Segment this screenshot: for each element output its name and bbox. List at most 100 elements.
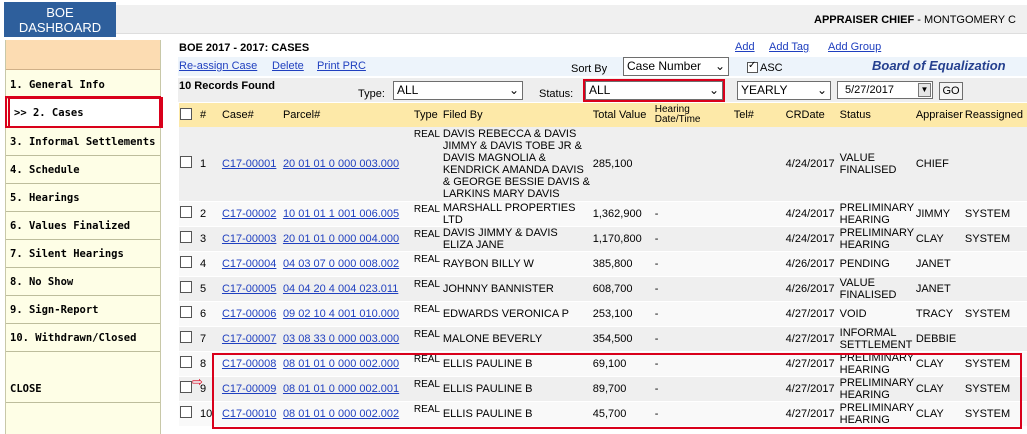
cell-appraiser: CHIEF [914,127,964,202]
cell-parcel: 10 01 01 1 001 006.005 [281,201,413,227]
col-tel[interactable]: Tel# [732,103,785,127]
col-status[interactable]: Status [838,103,915,127]
col-hearing[interactable]: Hearing Date/Time [653,103,733,127]
sidebar-item-general-info[interactable]: 1. General Info [6,71,160,99]
col-case[interactable]: Case# [220,103,282,127]
add-group-link[interactable]: Add Group [828,41,881,53]
select-all-checkbox[interactable] [180,107,192,120]
cell-status: VOID [838,301,915,327]
cell-filed-by: EDWARDS VERONICA P [441,301,592,327]
sidebar-item-hearings[interactable]: 5. Hearings [6,184,160,212]
period-select[interactable]: YEARLY ⌄ [737,81,831,100]
cell-filed-by: DAVIS REBECCA & DAVIS JIMMY & DAVIS TOBE… [441,127,592,202]
col-appraiser[interactable]: Appraiser [914,103,964,127]
type-filter-select[interactable]: ALL ⌄ [393,81,523,100]
sort-by-select[interactable]: Case Number ⌄ [623,57,729,76]
case-link[interactable]: C17-00007 [222,333,276,345]
row-checkbox[interactable] [180,306,192,318]
cell-type: REAL [412,201,442,227]
cell-select [179,201,199,227]
calendar-dropdown-icon[interactable]: ▼ [918,83,931,97]
row-checkbox[interactable] [180,331,192,343]
parcel-link[interactable]: 09 02 10 4 001 010.000 [283,308,399,320]
parcel-link[interactable]: 20 01 01 0 000 004.000 [283,233,399,245]
sidebar-item-schedule[interactable]: 4. Schedule [6,156,160,184]
row-checkbox[interactable] [180,156,192,169]
table-row[interactable]: 1 C17-00001 20 01 01 0 000 003.000 REAL DAVI… [179,127,1027,202]
row-checkbox[interactable] [180,231,192,243]
cell-appraiser: TRACY [914,301,964,327]
sidebar-item-sign-report[interactable]: 9. Sign-Report [6,296,160,324]
table-header-row: # Case# Parcel# Type Filed By Total Valu… [179,103,1027,127]
col-crdate[interactable]: CRDate [784,103,839,127]
cell-case: C17-00006 [220,301,282,327]
cell-select [179,401,199,427]
cell-case: C17-00002 [220,201,282,227]
cell-crdate: 4/27/2017 [784,326,839,352]
col-parcel[interactable]: Parcel# [281,103,413,127]
parcel-link[interactable]: 04 03 07 0 000 008.002 [283,258,399,270]
asc-toggle[interactable]: ASC [747,60,783,74]
cell-appraiser: JANET [914,251,964,277]
right-arrow-icon: ⇨ [192,375,203,390]
table-row[interactable]: 6 C17-00006 09 02 10 4 001 010.000 REAL EDWA… [179,301,1027,327]
parcel-link[interactable]: 10 01 01 1 001 006.005 [283,208,399,220]
cell-filed-by: JOHNNY BANNISTER [441,276,592,302]
case-link[interactable]: C17-00001 [222,158,276,170]
cell-tel [732,276,785,302]
sidebar-item-informal-settlements[interactable]: 3. Informal Settlements [6,128,160,156]
row-checkbox[interactable] [180,381,192,393]
row-checkbox[interactable] [180,356,192,368]
row-checkbox[interactable] [180,406,192,418]
col-type[interactable]: Type [412,103,442,127]
cell-hearing: - [653,201,733,227]
cell-status: PENDING [838,251,915,277]
table-row[interactable]: 3 C17-00003 20 01 01 0 000 004.000 REAL DAVI… [179,226,1027,252]
sidebar-item-values-finalized[interactable]: 6. Values Finalized [6,212,160,240]
go-button[interactable]: GO [939,82,963,100]
parcel-link[interactable]: 04 04 20 4 004 023.011 [283,283,398,295]
case-link[interactable]: C17-00005 [222,283,276,295]
parcel-link[interactable]: 20 01 01 0 000 003.000 [283,158,399,170]
table-row[interactable]: 7 C17-00007 03 08 33 0 000 003.000 REAL MALO… [179,326,1027,352]
case-link[interactable]: C17-00002 [222,208,276,220]
row-checkbox[interactable] [180,281,192,293]
cell-type: REAL [412,301,442,327]
add-tag-link[interactable]: Add Tag [769,41,809,53]
sort-by-value: Case Number [627,59,702,73]
boe-dashboard-button[interactable]: BOE DASHBOARD [4,2,116,37]
col-total-value[interactable]: Total Value [591,103,654,127]
chevron-down-icon: ⌄ [508,83,519,97]
table-row[interactable]: 4 C17-00004 04 03 07 0 000 008.002 REAL RAYB… [179,251,1027,277]
delete-link[interactable]: Delete [272,60,304,72]
cell-num: 7 [198,326,221,352]
cell-filed-by: MALONE BEVERLY [441,326,592,352]
cell-parcel: 09 02 10 4 001 010.000 [281,301,413,327]
cell-appraiser: CLAY [914,226,964,252]
date-field[interactable]: 5/27/2017 ▼ [837,81,933,99]
sidebar-item-no-show[interactable]: 8. No Show [6,268,160,296]
cell-parcel: 20 01 01 0 000 003.000 [281,127,413,202]
close-button[interactable]: CLOSE [6,375,160,403]
cell-case: C17-00007 [220,326,282,352]
col-reassigned[interactable]: Reassigned [963,103,1027,127]
table-row[interactable]: 5 C17-00005 04 04 20 4 004 023.011 REAL JOHN… [179,276,1027,302]
sidebar-item-silent-hearings[interactable]: 7. Silent Hearings [6,240,160,268]
col-filed-by[interactable]: Filed By [441,103,592,127]
parcel-link[interactable]: 03 08 33 0 000 003.000 [283,333,399,345]
sidebar-item-withdrawn-closed[interactable]: 10. Withdrawn/Closed [6,324,160,352]
cell-case: C17-00005 [220,276,282,302]
case-link[interactable]: C17-00003 [222,233,276,245]
add-link[interactable]: Add [735,41,755,53]
row-checkbox[interactable] [180,206,192,218]
select-all-cell [179,103,199,127]
sidebar-header [6,40,160,70]
case-link[interactable]: C17-00006 [222,308,276,320]
reassign-case-link[interactable]: Re-assign Case [179,60,257,72]
case-link[interactable]: C17-00004 [222,258,276,270]
row-checkbox[interactable] [180,256,192,268]
print-prc-link[interactable]: Print PRC [317,60,366,72]
cell-tel [732,301,785,327]
asc-checkbox[interactable] [747,60,758,73]
table-row[interactable]: 2 C17-00002 10 01 01 1 001 006.005 REAL MARS… [179,201,1027,227]
